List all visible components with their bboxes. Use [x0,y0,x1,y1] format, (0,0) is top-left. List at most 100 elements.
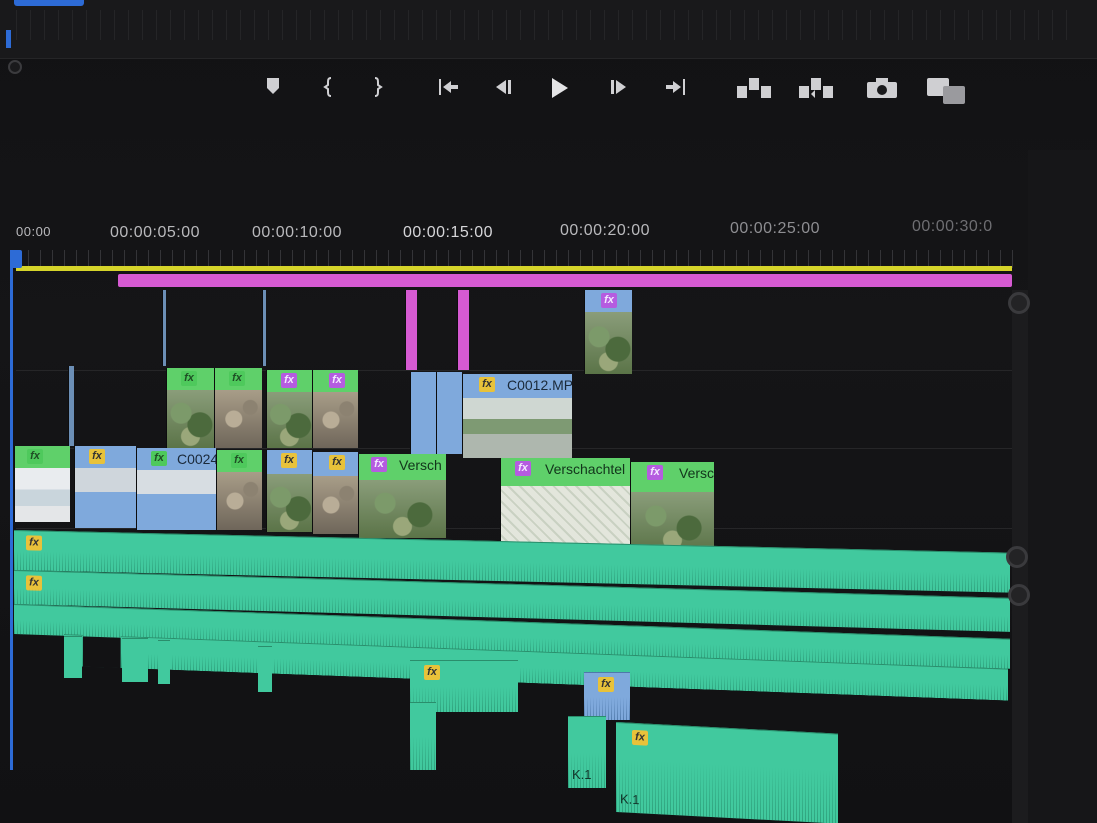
audio-clip[interactable] [158,640,170,684]
fx-badge[interactable]: fx [371,457,387,472]
in-out-range-bar[interactable] [118,274,1012,287]
timecode-10: 00:00:10:00 [252,224,343,241]
scroll-handle-icon[interactable] [1006,546,1028,568]
fx-badge[interactable]: fx [26,535,42,551]
transport-controls [0,60,1097,130]
clip-thumbnail [501,486,630,548]
fx-badge[interactable]: fx [479,377,495,392]
go-to-in-icon [439,79,458,95]
export-frame-button[interactable] [862,72,902,102]
mark-in-icon [323,77,332,97]
clip-thumbnail [631,492,714,552]
video-clip[interactable]: fx [266,450,312,532]
fx-badge[interactable]: fx [329,455,345,470]
audio-clip-k1[interactable]: K.1 [568,716,606,788]
clip-name: C0012.MP [507,377,572,393]
video-clip[interactable]: fx [216,450,262,530]
video-clip-sliver[interactable] [162,290,166,366]
fx-badge[interactable]: fx [181,371,197,386]
compare-icon [927,78,965,104]
timecode-15: 00:00:15:00 [403,224,494,241]
add-marker-button[interactable] [256,72,290,102]
timecode-30: 00:00:30:0 [912,218,993,235]
right-panel-edge [1028,150,1097,823]
video-clip-c0024[interactable]: fx C0024 [136,448,216,530]
compare-view-button[interactable] [924,72,970,104]
mark-out-button[interactable] [360,72,394,102]
scroll-handle-icon[interactable] [1008,584,1030,606]
timeline-ruler[interactable]: 00:00 00:00:05:00 00:00:10:00 00:00:15:0… [0,212,1030,272]
video-clip[interactable] [410,372,436,454]
fx-badge[interactable]: fx [89,449,105,464]
lift-button[interactable] [734,72,774,102]
fx-badge[interactable]: fx [329,373,345,388]
adjustment-clip[interactable] [405,290,417,370]
lift-icon [737,78,771,98]
clip-name: Versch [399,457,442,473]
fx-badge[interactable]: fx [601,293,617,308]
play-button[interactable] [542,72,576,102]
video-clip[interactable] [436,372,462,454]
clip-thumbnail [463,398,572,458]
video-clip[interactable]: fx [312,370,358,448]
extract-button[interactable] [796,72,836,102]
work-area-bar[interactable] [16,266,1012,271]
clip-thumbnail [215,390,262,448]
audio-clip[interactable] [122,638,148,682]
clip-thumbnail [585,312,632,374]
clip-name: Verschachtel [545,461,626,477]
fx-badge[interactable]: fx [231,453,247,468]
fx-badge[interactable]: fx [281,373,297,388]
video-clip-sliver[interactable] [262,290,266,366]
fx-badge[interactable]: fx [424,665,440,680]
mark-in-button[interactable] [312,72,346,102]
clip-thumbnail [75,468,136,528]
fx-badge[interactable]: fx [229,371,245,386]
fx-badge[interactable]: fx [632,729,648,746]
video-clip-c0012[interactable]: fx C0012.MP [462,374,572,458]
scroll-handle-icon[interactable] [1008,292,1030,314]
play-icon [552,78,568,98]
timecode-25: 00:00:25:00 [730,220,821,237]
clip-thumbnail [267,474,312,532]
audio-clip[interactable] [258,646,272,692]
fx-badge[interactable]: fx [281,453,297,468]
extract-icon [799,78,833,98]
go-to-in-button[interactable] [430,72,464,102]
video-clip[interactable]: fx [266,370,312,448]
go-to-out-icon [666,79,685,95]
fx-badge[interactable]: fx [151,451,167,466]
step-forward-button[interactable] [602,72,636,102]
fx-badge[interactable]: fx [515,461,531,476]
step-forward-icon [611,80,626,94]
monitor-playhead[interactable] [6,30,11,48]
fx-badge[interactable]: fx [598,677,614,692]
playhead-line[interactable] [10,250,13,770]
video-clip-sliver[interactable] [68,366,74,446]
adjustment-clip[interactable] [457,290,469,370]
audio-clip-k1[interactable]: fx K.1 [616,722,838,823]
monitor-tab-indicator[interactable] [14,0,84,6]
fx-badge[interactable]: fx [27,449,43,464]
nested-sequence-clip[interactable]: fx Verschachtel [500,458,630,548]
video-clip[interactable]: fx [214,368,262,448]
source-monitor-strip [0,0,1097,59]
nested-sequence-clip[interactable]: fx Versc [630,462,714,552]
audio-clip[interactable] [64,636,82,678]
video-clip[interactable]: fx [312,452,358,534]
timecode-5: 00:00:05:00 [110,224,201,241]
audio-waveform [410,736,436,770]
video-clip[interactable]: fx [14,446,70,522]
go-to-out-button[interactable] [660,72,694,102]
audio-clip[interactable]: fx [584,672,630,720]
premiere-timeline-window: 00:00 00:00:05:00 00:00:10:00 00:00:15:0… [0,0,1097,823]
fx-badge[interactable]: fx [647,465,663,480]
step-back-button[interactable] [486,72,520,102]
audio-waveform [616,758,838,823]
nested-sequence-clip[interactable]: fx Versch [358,454,446,538]
audio-clip[interactable] [410,702,436,770]
clip-thumbnail [359,480,446,538]
video-clip[interactable]: fx [584,290,632,374]
video-clip[interactable]: fx [166,368,214,448]
video-clip[interactable]: fx [74,446,136,528]
